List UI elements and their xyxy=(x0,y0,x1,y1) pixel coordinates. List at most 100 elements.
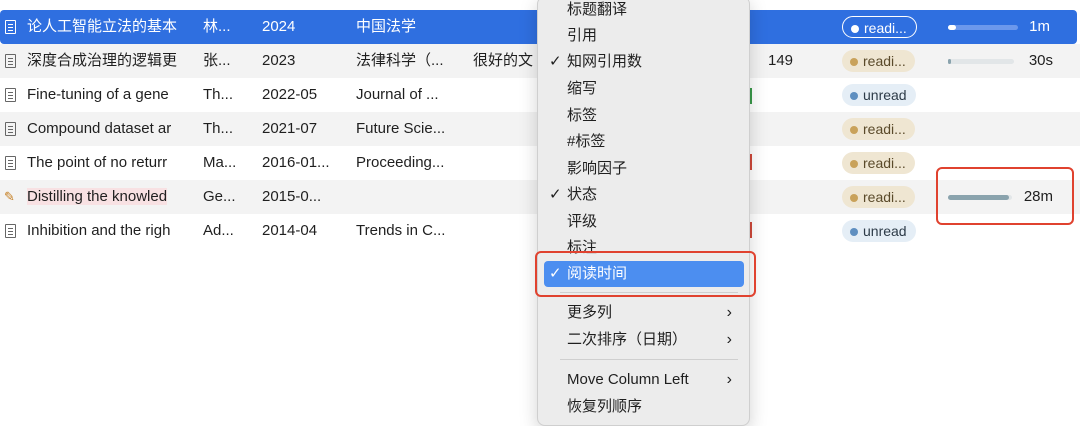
menu-item[interactable]: 评级 xyxy=(544,209,744,235)
menu-item-label: 恢复列顺序 xyxy=(567,398,643,415)
menu-item-label: 标签 xyxy=(567,107,598,124)
document-icon xyxy=(5,122,16,136)
reading-time-menu-callout xyxy=(535,251,756,297)
menu-item[interactable]: #标签 xyxy=(544,129,744,155)
status-dot-icon xyxy=(850,58,858,66)
paper-title: 深度合成治理的逻辑更 xyxy=(27,52,178,69)
menu-item-label: Move Column Left xyxy=(567,371,689,388)
checkmark-icon: ✓ xyxy=(549,53,562,70)
menu-item-label: 评级 xyxy=(567,213,598,230)
paper-title: 论人工智能立法的基本 xyxy=(27,18,178,35)
menu-item[interactable]: ✓ 状态 xyxy=(544,182,744,208)
status-label: unread xyxy=(863,87,907,103)
menu-separator xyxy=(560,359,738,360)
paper-author: Ge... xyxy=(203,188,236,205)
status-dot-icon xyxy=(850,160,858,168)
status-label: readi... xyxy=(864,20,907,36)
menu-item-label: 知网引用数 xyxy=(567,53,643,70)
paper-date: 2022-05 xyxy=(262,86,318,103)
status-badge[interactable]: readi... xyxy=(842,118,915,140)
chevron-right-icon: › xyxy=(726,304,732,321)
menu-item[interactable]: ✓ 知网引用数 xyxy=(544,49,744,75)
status-label: readi... xyxy=(863,53,906,69)
menu-item[interactable]: Move Column Left › xyxy=(544,367,744,393)
paper-title: Inhibition and the righ xyxy=(27,222,171,239)
status-badge[interactable]: readi... xyxy=(842,186,915,208)
reading-time: 1m xyxy=(1029,18,1050,35)
menu-item-label: 状态 xyxy=(567,186,598,203)
status-dot-icon xyxy=(851,25,859,33)
menu-item[interactable]: 缩写 xyxy=(544,76,744,102)
highlighted-title-text: Distilling the knowled xyxy=(27,188,168,205)
status-label: readi... xyxy=(863,189,906,205)
menu-item[interactable]: 二次排序（日期） › xyxy=(544,327,744,353)
status-dot-icon xyxy=(850,126,858,134)
reading-time: 30s xyxy=(1028,52,1053,69)
paper-title: Distilling the knowled xyxy=(27,180,187,214)
paper-author: Ma... xyxy=(203,154,237,171)
menu-item-label: 二次排序（日期） xyxy=(567,331,688,348)
paper-title: The point of no returr xyxy=(27,154,168,171)
status-badge[interactable]: unread xyxy=(842,220,916,242)
document-icon xyxy=(5,20,16,34)
paper-date: 2015-0... xyxy=(262,188,322,205)
reading-time-callout xyxy=(936,167,1074,225)
status-badge[interactable]: readi... xyxy=(842,16,917,38)
reading-progress-fill xyxy=(948,59,951,64)
paper-journal: Trends in C... xyxy=(356,222,446,239)
reading-progress-fill xyxy=(948,25,957,30)
clipped-tag-mark xyxy=(750,222,758,238)
document-icon xyxy=(5,156,16,170)
paper-journal: Future Scie... xyxy=(356,120,446,137)
status-dot-icon xyxy=(850,92,858,100)
menu-item-label: #标签 xyxy=(567,133,606,150)
paper-date: 2014-04 xyxy=(262,222,318,239)
chevron-right-icon: › xyxy=(726,371,732,388)
paper-journal: Proceeding... xyxy=(356,154,445,171)
paper-journal xyxy=(356,180,461,214)
status-dot-icon xyxy=(850,194,858,202)
menu-item[interactable]: 恢复列顺序 xyxy=(544,394,744,420)
menu-item[interactable]: 引用 xyxy=(544,23,744,49)
document-icon xyxy=(5,54,16,68)
paper-date: 2024 xyxy=(262,18,296,35)
paper-author: Ad... xyxy=(203,222,234,239)
paper-date: 2023 xyxy=(262,52,296,69)
paper-date: 2021-07 xyxy=(262,120,318,137)
document-icon xyxy=(5,224,16,238)
checkmark-icon: ✓ xyxy=(549,186,562,203)
paper-author: 张... xyxy=(203,52,231,69)
menu-item-label: 引用 xyxy=(567,27,598,44)
menu-item-label: 更多列 xyxy=(567,304,613,321)
menu-item-label: 标题翻译 xyxy=(567,1,628,18)
paper-title: Fine-tuning of a gene xyxy=(27,86,169,103)
menu-item[interactable]: 标题翻译 xyxy=(544,0,744,23)
paper-author: Th... xyxy=(203,120,234,137)
menu-item-label: 缩写 xyxy=(567,80,598,97)
reading-progress-bar xyxy=(948,25,1018,30)
status-badge[interactable]: unread xyxy=(842,84,916,106)
status-badge[interactable]: readi... xyxy=(842,152,915,174)
paper-date: 2016-01... xyxy=(262,154,330,171)
document-icon xyxy=(5,88,16,102)
paper-note: 很好的文 xyxy=(473,52,534,69)
status-label: readi... xyxy=(863,121,906,137)
menu-item[interactable]: 影响因子 xyxy=(544,156,744,182)
status-dot-icon xyxy=(850,228,858,236)
menu-item[interactable]: 标签 xyxy=(544,103,744,129)
status-label: unread xyxy=(863,223,907,239)
menu-item[interactable]: 更多列 › xyxy=(544,300,744,326)
status-badge[interactable]: readi... xyxy=(842,50,915,72)
annotated-document-icon: ✎ xyxy=(4,189,15,204)
chevron-right-icon: › xyxy=(726,331,732,348)
paper-title: Compound dataset ar xyxy=(27,120,172,137)
paper-author: Th... xyxy=(203,86,234,103)
menu-item-label: 影响因子 xyxy=(567,160,628,177)
clipped-tag-mark xyxy=(750,88,758,104)
clipped-tag-mark xyxy=(750,154,758,170)
paper-journal: Journal of ... xyxy=(356,86,439,103)
column-context-menu: 标题翻译 引用 ✓ 知网引用数 缩写 标签 #标签 影响因子 ✓ 状态 评级 标注 ✓ 阅读时间 更多列 › 二… xyxy=(537,0,750,426)
status-label: readi... xyxy=(863,155,906,171)
reading-progress-bar xyxy=(948,59,1014,64)
paper-journal: 法律科学（... xyxy=(356,52,444,69)
